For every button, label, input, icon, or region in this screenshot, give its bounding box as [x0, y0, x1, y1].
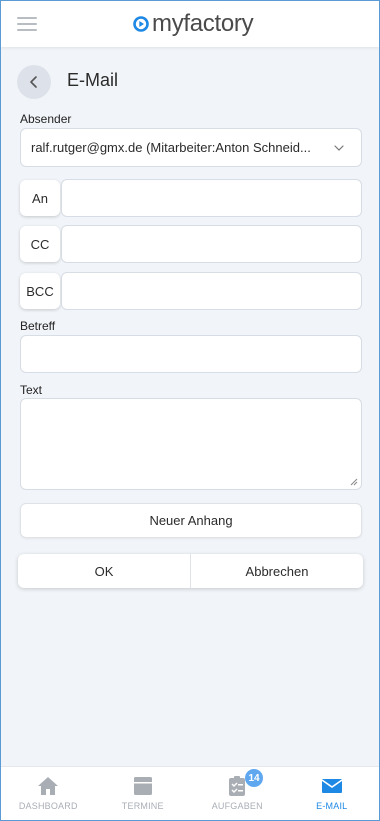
nav-email[interactable]: E-MAIL: [285, 767, 380, 820]
chevron-left-icon: [30, 76, 37, 88]
cancel-button[interactable]: Abbrechen: [191, 554, 363, 588]
new-attachment-button[interactable]: Neuer Anhang: [20, 503, 362, 538]
subject-input[interactable]: [20, 335, 362, 373]
nav-aufgaben-label: AUFGABEN: [211, 801, 263, 811]
sender-select-value: ralf.rutger@gmx.de (Mitarbeiter:Anton Sc…: [31, 140, 311, 155]
nav-email-label: E-MAIL: [316, 801, 348, 811]
calendar-icon: [133, 777, 152, 795]
back-button[interactable]: [17, 65, 51, 99]
ok-button[interactable]: OK: [18, 554, 190, 588]
page-title: E-Mail: [67, 70, 119, 90]
cc-button[interactable]: CC: [20, 226, 60, 262]
bottom-navigation: DASHBOARD TERMINE 14 AUFGABEN E-MAIL: [1, 766, 380, 820]
nav-termine-label: TERMINE: [121, 801, 164, 811]
bcc-button[interactable]: BCC: [20, 273, 60, 309]
menu-icon[interactable]: [17, 17, 37, 31]
to-input[interactable]: [61, 179, 362, 217]
bcc-input[interactable]: [61, 272, 362, 310]
mail-icon: [321, 779, 343, 793]
dialog-button-group: OK Abbrechen: [18, 554, 363, 588]
top-bar: myfactory: [1, 1, 379, 47]
app-frame: myfactory E-Mail Absender ralf.rutger@gm…: [0, 0, 380, 821]
app-logo: myfactory: [133, 10, 254, 38]
nav-dashboard-label: DASHBOARD: [18, 801, 78, 811]
logo-text: myfactory: [152, 10, 254, 37]
home-icon: [38, 777, 59, 795]
tasks-count-badge: 14: [245, 769, 263, 787]
logo-play-icon: [133, 16, 149, 32]
text-label: Text: [20, 383, 43, 397]
nav-aufgaben[interactable]: 14 AUFGABEN: [190, 767, 285, 820]
text-area[interactable]: [20, 398, 362, 490]
chevron-down-icon: [334, 145, 344, 151]
subject-label: Betreff: [20, 319, 56, 333]
nav-dashboard[interactable]: DASHBOARD: [1, 767, 96, 820]
sender-label: Absender: [20, 112, 72, 126]
sender-select[interactable]: ralf.rutger@gmx.de (Mitarbeiter:Anton Sc…: [20, 128, 362, 167]
to-button[interactable]: An: [20, 180, 60, 216]
resize-handle-icon[interactable]: [350, 478, 358, 486]
nav-termine[interactable]: TERMINE: [96, 767, 191, 820]
cc-input[interactable]: [61, 225, 362, 263]
